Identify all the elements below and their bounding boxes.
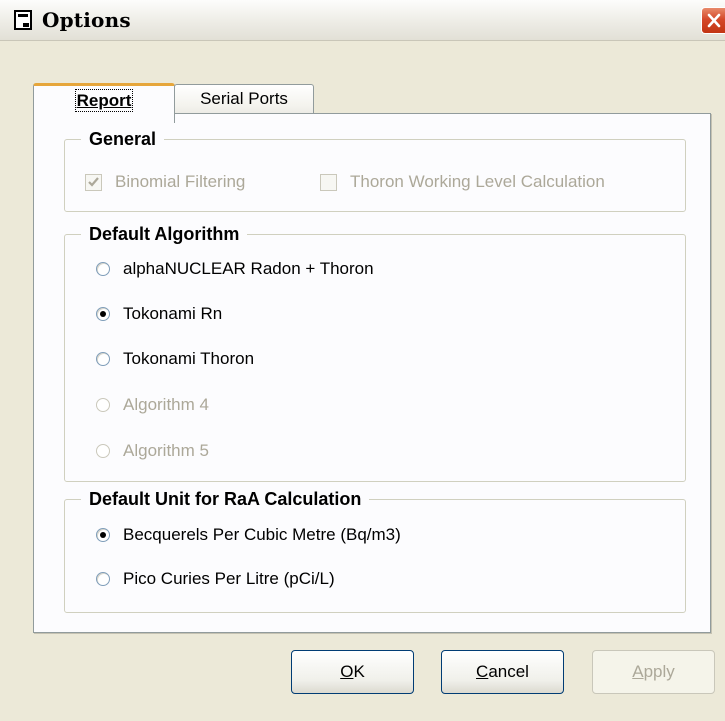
report-tab-panel: General Binomial Filtering Thoron Workin… [33,113,711,633]
thoron-working-level-checkbox[interactable]: Thoron Working Level Calculation [320,172,605,192]
apply-label-rest: pply [643,662,675,681]
binomial-filtering-label: Binomial Filtering [115,172,246,191]
cancel-mnemonic: C [476,662,489,681]
thoron-working-level-box [320,173,337,191]
radio-algorithm-5[interactable]: Algorithm 5 [96,441,209,461]
tab-serial-ports[interactable]: Serial Ports [174,84,314,114]
apply-button[interactable]: Apply [592,650,715,694]
radio-circle [96,398,110,412]
ok-button[interactable]: OK [291,650,414,694]
tab-report-label: Report [74,89,134,112]
radio-algorithm-5-label: Algorithm 5 [123,441,209,460]
window-title: Options [42,8,131,32]
radio-circle-selected [96,528,110,542]
general-legend: General [89,129,157,149]
default-algorithm-group: Default Algorithm alphaNUCLEAR Radon + T… [64,224,686,482]
radio-tokonami-rn[interactable]: Tokonami Rn [96,304,222,324]
general-group: General Binomial Filtering Thoron Workin… [64,129,686,212]
title-bar: Options [0,0,725,41]
ok-label-rest: K [353,662,365,681]
apply-mnemonic: A [632,662,644,681]
radio-circle [96,572,110,586]
radio-pico-curies[interactable]: Pico Curies Per Litre (pCi/L) [96,569,335,589]
radio-tokonami-thoron[interactable]: Tokonami Thoron [96,349,254,369]
radio-circle [96,262,110,276]
tab-serial-ports-label: Serial Ports [200,89,288,108]
close-icon [707,13,721,28]
radio-tokonami-rn-label: Tokonami Rn [123,304,223,323]
radio-circle [96,444,110,458]
radio-becquerels-label: Becquerels Per Cubic Metre (Bq/m3) [123,525,401,544]
ok-mnemonic: O [340,662,354,681]
tab-report[interactable]: Report [33,83,175,123]
default-unit-group: Default Unit for RaA Calculation Becquer… [64,489,686,613]
radio-alphanuclear-label: alphaNUCLEAR Radon + Thoron [123,259,374,278]
radio-pico-curies-label: Pico Curies Per Litre (pCi/L) [123,569,335,588]
radio-circle [96,352,110,366]
radio-algorithm-4[interactable]: Algorithm 4 [96,395,209,415]
cancel-button[interactable]: Cancel [441,650,564,694]
close-button[interactable] [701,7,725,34]
binomial-filtering-box [85,173,102,191]
thoron-working-level-label: Thoron Working Level Calculation [350,172,605,191]
checkmark-icon [88,176,99,187]
default-algorithm-legend: Default Algorithm [89,224,240,244]
radio-becquerels[interactable]: Becquerels Per Cubic Metre (Bq/m3) [96,525,401,545]
radio-tokonami-thoron-label: Tokonami Thoron [123,349,255,368]
radio-alphanuclear[interactable]: alphaNUCLEAR Radon + Thoron [96,259,374,279]
cancel-label-rest: ancel [488,662,529,681]
default-unit-legend: Default Unit for RaA Calculation [89,489,362,509]
dialog-app-icon [14,10,32,30]
radio-circle-selected [96,307,110,321]
radio-algorithm-4-label: Algorithm 4 [123,395,209,414]
binomial-filtering-checkbox[interactable]: Binomial Filtering [85,172,245,192]
